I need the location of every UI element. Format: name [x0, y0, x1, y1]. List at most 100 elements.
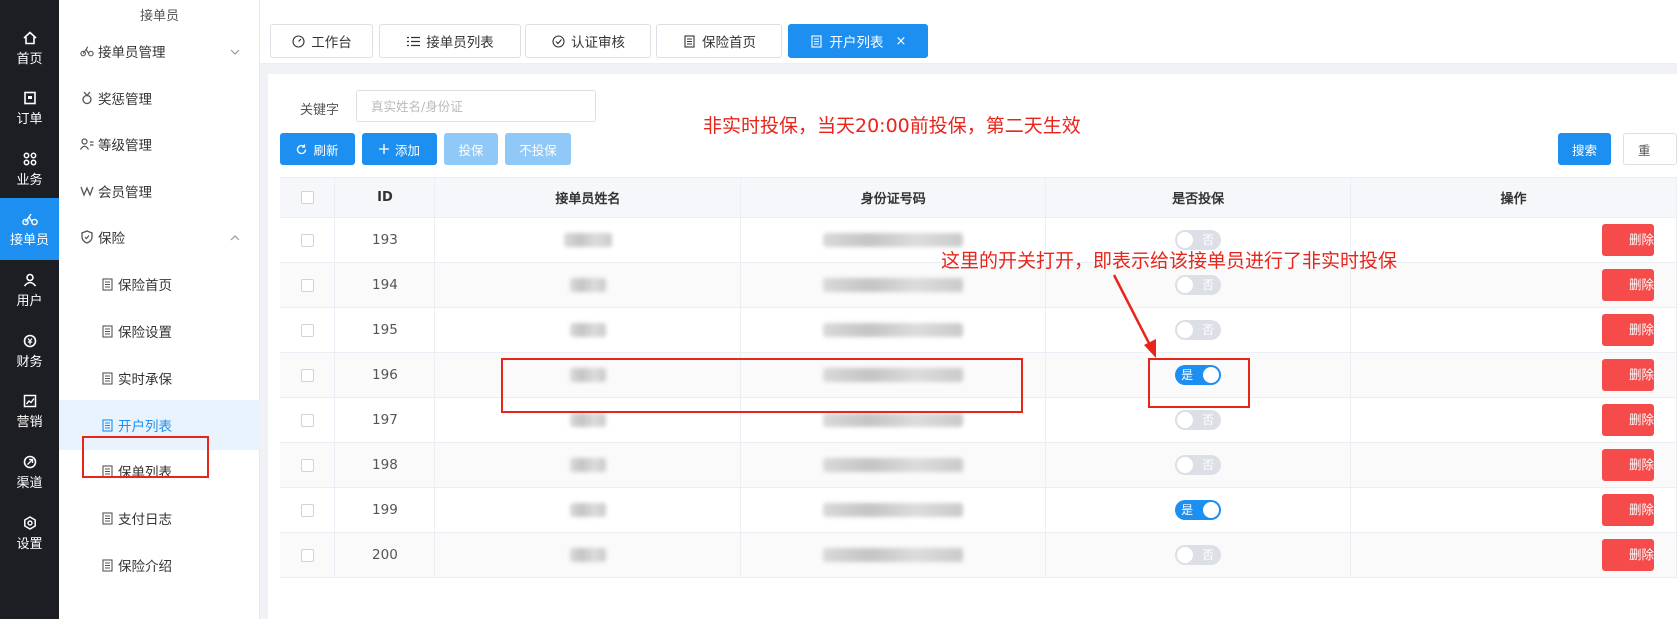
order-icon — [22, 90, 38, 106]
sidebar-item-rewards[interactable]: 奖惩管理 — [59, 73, 260, 123]
delete-button[interactable]: 删除 — [1602, 539, 1654, 571]
cell-id: 199 — [334, 487, 436, 533]
sidebar-item-insurance-settings[interactable]: 保险设置 — [59, 306, 260, 356]
close-icon[interactable]: × — [896, 34, 907, 49]
rail-item-label: 财务 — [16, 354, 43, 370]
shield-icon — [79, 229, 95, 245]
doc-icon — [99, 417, 115, 433]
table-header-row: ID 接单员姓名 身份证号码 是否投保 操作 — [280, 177, 1677, 218]
sidebar-item-rider-management[interactable]: 接单员管理 — [59, 26, 260, 76]
tab-label: 开户列表 — [829, 35, 884, 51]
rail-item-business[interactable]: 业务 — [0, 138, 59, 200]
refresh-icon — [296, 144, 307, 155]
tab-verification[interactable]: 认证审核 — [525, 24, 651, 58]
rail-item-home[interactable]: 首页 — [0, 17, 59, 79]
toggle-label: 否 — [1202, 413, 1215, 427]
redacted-id-number — [823, 233, 964, 247]
insured-toggle[interactable]: 否 — [1175, 410, 1222, 430]
header-select-all[interactable] — [280, 177, 336, 218]
toggle-knob — [1177, 277, 1194, 293]
rail-item-rider[interactable]: 接单员 — [0, 198, 59, 260]
redacted-name — [569, 548, 606, 562]
rail-item-finance[interactable]: 财务 — [0, 320, 59, 382]
delete-button[interactable]: 删除 — [1602, 314, 1654, 346]
annotation-arrow-icon — [1112, 274, 1156, 358]
toggle-knob — [1177, 412, 1194, 428]
row-checkbox[interactable] — [300, 368, 314, 382]
rail-item-user[interactable]: 用户 — [0, 259, 59, 321]
row-checkbox[interactable] — [300, 323, 314, 337]
search-button[interactable]: 搜索 — [1558, 133, 1611, 165]
row-checkbox[interactable] — [300, 413, 314, 427]
sidebar-item-levels[interactable]: 等级管理 — [59, 119, 260, 169]
insured-toggle[interactable]: 否 — [1175, 320, 1222, 340]
toggle-knob — [1203, 502, 1220, 518]
select-all-checkbox[interactable] — [300, 191, 314, 204]
insured-toggle[interactable]: 否 — [1175, 275, 1222, 295]
doc-icon — [99, 510, 115, 526]
delete-button[interactable]: 删除 — [1602, 359, 1654, 391]
header-actions: 操作 — [1350, 177, 1677, 218]
delete-button[interactable]: 删除 — [1602, 224, 1654, 256]
redacted-id-number — [823, 278, 964, 292]
doc-icon — [99, 557, 115, 573]
tab-dashboard[interactable]: 工作台 — [270, 24, 373, 58]
annotation-box-sidebar — [82, 436, 209, 478]
insured-toggle[interactable]: 否 — [1175, 545, 1222, 565]
row-checkbox[interactable] — [300, 503, 314, 517]
annotation-switch-note: 这里的开关打开，即表示给该接单员进行了非实时投保 — [941, 250, 1398, 272]
delete-button[interactable]: 删除 — [1602, 494, 1654, 526]
row-checkbox[interactable] — [300, 278, 314, 292]
sidebar-item-insurance[interactable]: 保险 — [59, 212, 260, 262]
rail-item-label: 渠道 — [16, 475, 43, 491]
delete-button[interactable]: 删除 — [1602, 404, 1654, 436]
refresh-label: 刷新 — [313, 142, 339, 158]
row-checkbox[interactable] — [300, 458, 314, 472]
rail-item-settings[interactable]: 设置 — [0, 502, 59, 564]
sidebar-item-insurance-intro[interactable]: 保险介绍 — [59, 540, 260, 590]
rail-item-channel[interactable]: 渠道 — [0, 441, 59, 503]
annotation-box-switch — [1148, 358, 1250, 408]
delete-button[interactable]: 删除 — [1602, 449, 1654, 481]
rail-item-label: 首页 — [16, 51, 43, 67]
keyword-label: 关键字 — [300, 103, 340, 118]
business-icon — [22, 151, 38, 167]
sidebar-item-payment-log[interactable]: 支付日志 — [59, 493, 260, 543]
insured-toggle[interactable]: 否 — [1175, 455, 1222, 475]
row-checkbox[interactable] — [300, 548, 314, 562]
delete-button[interactable]: 删除 — [1602, 269, 1654, 301]
tab-insurance-home[interactable]: 保险首页 — [656, 24, 782, 58]
cell-id: 200 — [334, 532, 436, 578]
redacted-name — [563, 233, 612, 247]
header-insured: 是否投保 — [1045, 177, 1352, 218]
tab-account-list[interactable]: 开户列表 × — [788, 24, 928, 58]
rail-item-marketing[interactable]: 营销 — [0, 380, 59, 442]
reset-button[interactable]: 重 — [1623, 133, 1677, 165]
refresh-button[interactable]: 刷新 — [280, 133, 355, 165]
rail-item-orders[interactable]: 订单 — [0, 77, 59, 139]
no-insure-button[interactable]: 不投保 — [505, 133, 571, 165]
search-input[interactable] — [356, 90, 596, 122]
add-button[interactable]: 添加 — [362, 133, 437, 165]
toggle-knob — [1177, 457, 1194, 473]
toggle-label: 否 — [1202, 548, 1215, 562]
cell-id: 198 — [334, 442, 436, 488]
rail-item-label: 营销 — [16, 414, 43, 430]
sidebar-item-realtime-underwriting[interactable]: 实时承保 — [59, 353, 260, 403]
sidebar-item-label: 等级管理 — [98, 138, 152, 154]
tab-label: 接单员列表 — [426, 35, 494, 51]
cell-id: 194 — [334, 262, 436, 308]
sidebar-item-label: 实时承保 — [118, 372, 172, 388]
doc-icon — [99, 323, 115, 339]
sidebar-item-members[interactable]: 会员管理 — [59, 166, 260, 216]
row-checkbox[interactable] — [300, 233, 314, 247]
tab-rider-list[interactable]: 接单员列表 — [379, 24, 521, 58]
tab-label: 工作台 — [311, 35, 352, 51]
toggle-label: 是 — [1181, 503, 1194, 517]
insure-button[interactable]: 投保 — [444, 133, 498, 165]
sidebar-item-insurance-home[interactable]: 保险首页 — [59, 259, 260, 309]
insured-toggle[interactable]: 是 — [1175, 500, 1222, 520]
toggle-label: 否 — [1202, 458, 1215, 472]
redacted-id-number — [823, 323, 964, 337]
cell-id: 196 — [334, 352, 436, 398]
